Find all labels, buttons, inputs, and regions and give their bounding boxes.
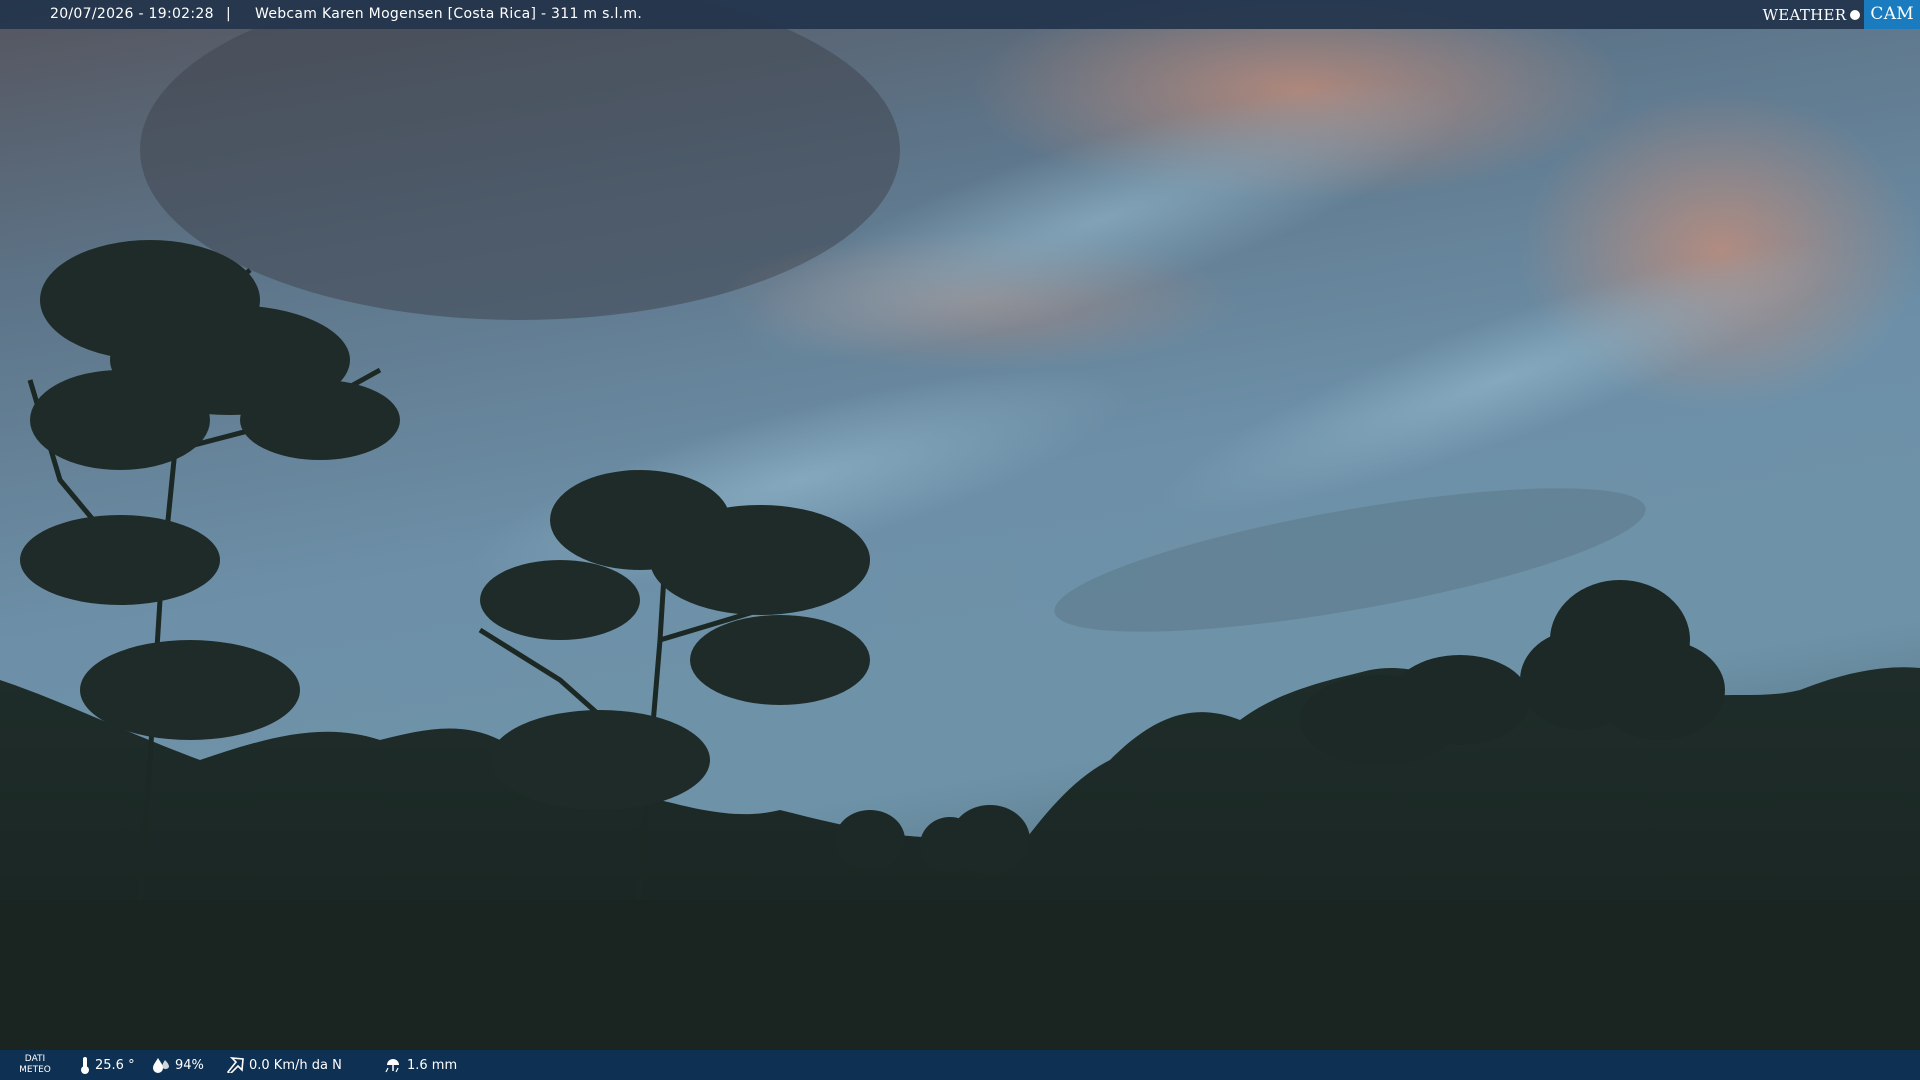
- wind-reading: 0.0 Km/h da N: [226, 1057, 342, 1073]
- rain-value: 1.6 mm: [407, 1057, 458, 1073]
- wind-icon: [226, 1057, 244, 1073]
- separator: |: [226, 6, 232, 22]
- top-info-bar: 20/07/2026 - 19:02:28 | Webcam Karen Mog…: [0, 0, 1920, 29]
- wind-value: 0.0 Km/h da N: [249, 1057, 342, 1073]
- temperature-reading: 25.6 °: [80, 1057, 135, 1074]
- rain-reading: 1.6 mm: [384, 1057, 457, 1073]
- logo-text-weather: WEATHER: [1762, 5, 1847, 24]
- thermometer-icon: [81, 1057, 89, 1074]
- webcam-caption: Webcam Karen Mogensen [Costa Rica] - 311…: [255, 6, 643, 22]
- webcam-image: [0, 0, 1920, 1080]
- logo-text-cam: CAM: [1864, 0, 1920, 29]
- weather-data-label-line1: DATI: [24, 1054, 46, 1064]
- weather-data-label: DATI METEO: [18, 1054, 52, 1076]
- weathercam-logo[interactable]: WEATHER CAM: [1763, 0, 1920, 29]
- humidity-icon: [153, 1058, 169, 1073]
- temperature-value: 25.6 °: [95, 1058, 135, 1073]
- weather-data-bar: DATI METEO 25.6 ° 94% 0.0 Km/h da N 1.6 …: [0, 1050, 1920, 1080]
- weather-data-label-line2: METEO: [19, 1065, 51, 1075]
- humidity-value: 94%: [175, 1057, 204, 1073]
- rain-icon: [385, 1059, 399, 1073]
- humidity-reading: 94%: [152, 1057, 204, 1073]
- timestamp: 20/07/2026 - 19:02:28: [50, 6, 214, 22]
- logo-dot-icon: [1850, 9, 1861, 20]
